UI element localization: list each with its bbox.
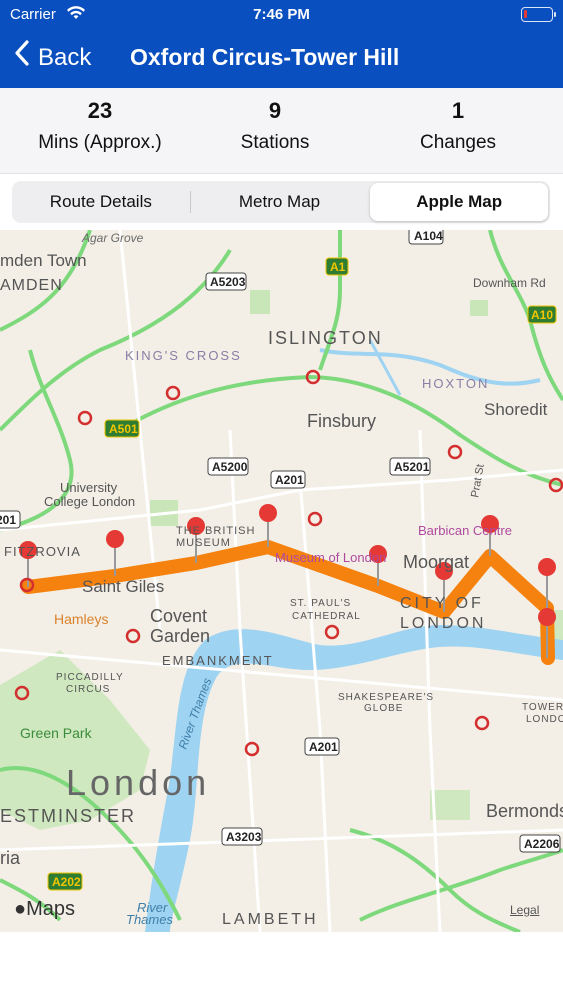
svg-text:A10: A10: [531, 308, 553, 322]
stat-minutes: 23 Mins (Approx.): [6, 98, 194, 154]
view-switcher: Route Details Metro Map Apple Map: [0, 174, 563, 230]
svg-text:TOWER OF: TOWER OF: [522, 702, 563, 713]
svg-text:ria: ria: [0, 848, 21, 868]
svg-text:A3203: A3203: [226, 830, 262, 844]
svg-text:A201: A201: [275, 473, 304, 487]
svg-text:A202: A202: [52, 875, 81, 889]
svg-text:Finsbury: Finsbury: [307, 411, 376, 431]
map-pin-icon[interactable]: [259, 504, 277, 547]
svg-text:Covent: Covent: [150, 606, 207, 626]
svg-text:A5201: A5201: [394, 460, 430, 474]
svg-text:A1: A1: [330, 260, 346, 274]
svg-text:AMDEN: AMDEN: [0, 277, 63, 294]
svg-text:EMBANKMENT: EMBANKMENT: [162, 653, 274, 668]
clock: 7:46 PM: [253, 6, 310, 23]
svg-text:Museum of London: Museum of London: [275, 550, 386, 565]
svg-text:Prat St: Prat St: [469, 463, 487, 498]
svg-text:Agar Grove: Agar Grove: [81, 231, 144, 245]
legal-link[interactable]: Legal: [510, 903, 539, 917]
back-label: Back: [38, 44, 92, 71]
tab-route-details[interactable]: Route Details: [12, 181, 190, 223]
svg-text:SHAKESPEARE'S: SHAKESPEARE'S: [338, 692, 434, 703]
svg-text:Barbican Centre: Barbican Centre: [418, 523, 512, 538]
stat-changes: 1 Changes: [364, 98, 552, 154]
page-title: Oxford Circus-Tower Hill: [130, 44, 400, 70]
svg-text:Moorgat: Moorgat: [403, 552, 469, 572]
tab-metro-map[interactable]: Metro Map: [191, 181, 369, 223]
stat-stations-label: Stations: [240, 132, 310, 153]
nav-bar: Back Oxford Circus-Tower Hill: [0, 32, 563, 84]
apple-maps-logo: ●Maps: [14, 898, 75, 921]
svg-text:ISLINGTON: ISLINGTON: [268, 328, 383, 348]
svg-text:PICCADILLY: PICCADILLY: [56, 672, 124, 683]
svg-text:A501: A501: [109, 422, 138, 436]
status-bar: Carrier 7:46 PM: [0, 0, 563, 30]
svg-text:HOXTON: HOXTON: [422, 376, 489, 391]
svg-text:CATHEDRAL: CATHEDRAL: [292, 611, 361, 622]
park: [250, 290, 270, 314]
svg-text:LAMBETH: LAMBETH: [222, 911, 319, 928]
svg-text:Thames: Thames: [126, 912, 173, 927]
stat-stations-value: 9: [268, 98, 282, 123]
maps-attribution-label: Maps: [26, 898, 75, 920]
svg-text:201: 201: [0, 513, 16, 527]
svg-text:Shoredit: Shoredit: [484, 400, 548, 419]
chevron-left-icon: [14, 40, 30, 72]
svg-text:Bermondse: Bermondse: [486, 801, 563, 821]
stat-minutes-label: Mins (Approx.): [38, 132, 162, 153]
svg-text:KING'S CROSS: KING'S CROSS: [125, 348, 242, 363]
back-button[interactable]: Back: [14, 40, 92, 74]
svg-text:THE BRITISH: THE BRITISH: [176, 525, 255, 537]
svg-text:Downham Rd: Downham Rd: [473, 276, 546, 290]
route-summary: 23 Mins (Approx.) 9 Stations 1 Changes: [0, 88, 563, 174]
svg-text:A201: A201: [309, 740, 338, 754]
stat-minutes-value: 23: [87, 98, 113, 123]
svg-text:LONDON: LONDON: [400, 615, 486, 632]
segmented-control: Route Details Metro Map Apple Map: [12, 181, 550, 223]
svg-text:CITY OF: CITY OF: [400, 595, 484, 612]
map-canvas: A104 A5203 A1 A10 A501 A5200 A201 A5201 …: [0, 230, 563, 932]
svg-text:University: University: [60, 480, 118, 495]
svg-text:MUSEUM: MUSEUM: [176, 537, 231, 549]
header: Carrier 7:46 PM Back Oxford Circus-Tower…: [0, 0, 563, 88]
svg-text:A5200: A5200: [212, 460, 248, 474]
svg-text:Saint Giles: Saint Giles: [82, 577, 164, 596]
stat-changes-label: Changes: [419, 132, 497, 153]
apple-map[interactable]: A104 A5203 A1 A10 A501 A5200 A201 A5201 …: [0, 230, 563, 932]
battery-icon: [521, 7, 556, 22]
svg-text:A104: A104: [414, 230, 443, 243]
stat-stations: 9 Stations: [181, 98, 369, 154]
apple-logo-icon: ●: [14, 898, 27, 920]
svg-text:A2206: A2206: [524, 837, 560, 851]
svg-text:CIRCUS: CIRCUS: [66, 684, 110, 695]
svg-text:Green Park: Green Park: [20, 725, 93, 741]
svg-text:GLOBE: GLOBE: [364, 703, 403, 714]
park: [470, 300, 488, 316]
bottom-spacer: [0, 932, 563, 1000]
svg-text:ESTMINSTER: ESTMINSTER: [0, 806, 136, 826]
park: [430, 790, 470, 820]
svg-text:Garden: Garden: [150, 626, 210, 646]
svg-text:LONDON: LONDON: [526, 714, 563, 725]
svg-text:A5203: A5203: [210, 275, 246, 289]
svg-text:London: London: [66, 762, 210, 803]
stat-changes-value: 1: [451, 98, 465, 123]
svg-text:ST. PAUL'S: ST. PAUL'S: [290, 598, 351, 609]
svg-text:mden Town: mden Town: [0, 251, 87, 270]
svg-text:Hamleys: Hamleys: [54, 611, 108, 627]
svg-text:College London: College London: [44, 494, 135, 509]
tab-apple-map[interactable]: Apple Map: [370, 183, 549, 221]
svg-text:FITZROVIA: FITZROVIA: [4, 544, 81, 559]
